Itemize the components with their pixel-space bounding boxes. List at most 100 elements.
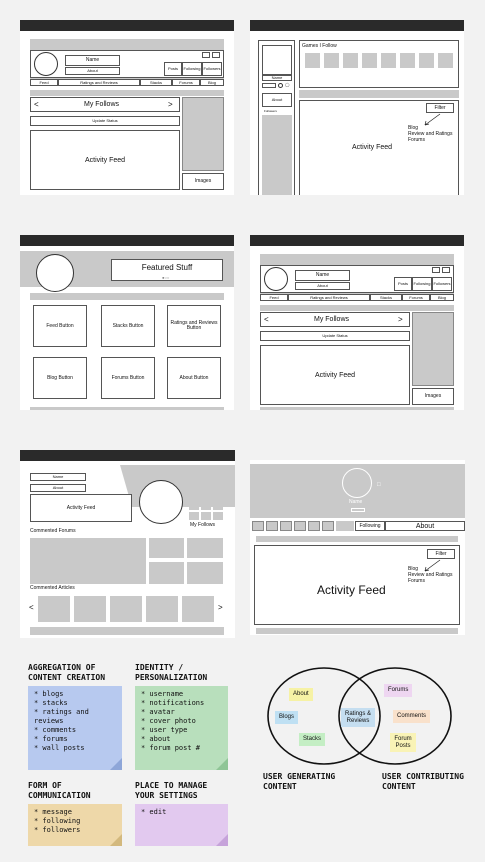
following-tab[interactable]: Following xyxy=(355,521,385,531)
divider-bar xyxy=(260,305,454,311)
forums-button[interactable]: Forums Button xyxy=(101,357,155,399)
game-thumbnail[interactable] xyxy=(419,53,434,68)
game-thumbnail[interactable] xyxy=(343,53,358,68)
follow-thumbnail[interactable] xyxy=(189,512,199,520)
tab-placeholder[interactable] xyxy=(322,521,334,531)
tab-ratings[interactable]: Ratings and Reviews xyxy=(58,79,140,86)
venn-tag-ratings-reviews: Ratings & Reviews xyxy=(341,708,375,728)
tab-stacks[interactable]: Stacks xyxy=(370,294,402,301)
article-thumbnail[interactable] xyxy=(146,596,178,622)
article-thumbnail[interactable] xyxy=(110,596,142,622)
mini-control[interactable] xyxy=(262,83,276,88)
tab-feed[interactable]: Feed xyxy=(30,79,58,86)
tab-stacks[interactable]: Stacks xyxy=(140,79,172,86)
top-bar xyxy=(250,20,464,31)
about-field: About xyxy=(295,282,350,290)
update-status-button[interactable]: Update Status xyxy=(30,116,180,126)
follow-thumbnail[interactable] xyxy=(201,512,211,520)
tab-placeholder[interactable] xyxy=(266,521,278,531)
images-button[interactable]: Images xyxy=(182,173,224,190)
carousel-next-icon[interactable]: > xyxy=(398,316,403,324)
tab-placeholder[interactable] xyxy=(308,521,320,531)
tab-forums[interactable]: Forums xyxy=(172,79,200,86)
footer-bar xyxy=(260,407,454,410)
posts-button[interactable]: Posts xyxy=(394,277,412,291)
window-controls-2[interactable] xyxy=(442,267,450,273)
carousel-prev-icon[interactable]: < xyxy=(264,316,269,324)
mini-dot-icon[interactable] xyxy=(278,83,283,88)
article-thumbnail[interactable] xyxy=(182,596,214,622)
tab-placeholder[interactable] xyxy=(294,521,306,531)
game-thumbnail[interactable] xyxy=(381,53,396,68)
venn-tag-forum-posts: Forum Posts xyxy=(390,733,416,753)
note-item: * followers xyxy=(34,826,81,834)
wireframe-games-follow: Name ◯ About Followers Games I Follow Fi… xyxy=(250,20,464,195)
stacks-button[interactable]: Stacks Button xyxy=(101,305,155,347)
tab-forums[interactable]: Forums xyxy=(402,294,430,301)
venn-tag-blogs: Blogs xyxy=(275,711,299,724)
game-thumbnail[interactable] xyxy=(400,53,415,68)
following-button[interactable]: Following xyxy=(412,277,432,291)
carousel-next-icon[interactable]: > xyxy=(168,101,173,109)
articles-next-icon[interactable]: > xyxy=(218,604,223,612)
about-tab[interactable]: About xyxy=(385,521,465,531)
venn-label-contributing: USER CONTRIBUTING CONTENT xyxy=(382,772,464,791)
follow-thumbnail[interactable] xyxy=(201,502,211,510)
article-thumbnail[interactable] xyxy=(38,596,70,622)
activity-feed: Activity Feed xyxy=(260,345,410,405)
carousel-prev-icon[interactable]: < xyxy=(34,101,39,109)
game-thumbnail[interactable] xyxy=(305,53,320,68)
posts-button[interactable]: Posts xyxy=(164,62,182,76)
chat-icon[interactable]: ◯ xyxy=(285,83,289,87)
update-status-button[interactable]: Update Status xyxy=(260,331,410,341)
tab-ratings[interactable]: Ratings and Reviews xyxy=(288,294,370,301)
chat-icon[interactable]: □ xyxy=(377,482,381,488)
avatar xyxy=(342,468,372,498)
follows-title: My Follows xyxy=(314,316,350,323)
divider-bar xyxy=(30,90,224,96)
feed-button[interactable]: Feed Button xyxy=(33,305,87,347)
game-thumbnail[interactable] xyxy=(362,53,377,68)
game-thumbnail[interactable] xyxy=(324,53,339,68)
followers-button[interactable]: Followers xyxy=(432,277,452,291)
tab-blog[interactable]: Blog xyxy=(200,79,224,86)
tab-placeholder-wide[interactable] xyxy=(336,521,354,531)
ratings-reviews-button[interactable]: Ratings and Reviews Button xyxy=(167,305,221,347)
note-heading-settings: PLACE TO MANAGE YOUR SETTINGS xyxy=(135,781,208,800)
wireframe-profile-feed: Name About Posts Following Followers Fee… xyxy=(20,20,234,195)
edit-button[interactable] xyxy=(351,508,365,512)
wireframe-commented-content: Name About Activity Feed My Follows Comm… xyxy=(20,450,235,638)
filter-button[interactable]: Filter xyxy=(426,103,454,113)
note-item: * wall posts xyxy=(34,744,85,752)
tab-blog[interactable]: Blog xyxy=(430,294,454,301)
following-button[interactable]: Following xyxy=(182,62,202,76)
blog-button[interactable]: Blog Button xyxy=(33,357,87,399)
filter-option-forums[interactable]: Forums xyxy=(408,579,425,584)
carousel-dots[interactable]: ●○○ xyxy=(162,276,169,280)
tab-placeholder[interactable] xyxy=(252,521,264,531)
follow-thumbnail[interactable] xyxy=(213,502,223,510)
note-settings: * edit xyxy=(135,804,228,846)
filter-option-forums[interactable]: Forums xyxy=(408,138,425,143)
follow-thumbnail[interactable] xyxy=(189,502,199,510)
note-heading-communication: FORM OF COMMUNICATION xyxy=(28,781,91,800)
window-controls-2[interactable] xyxy=(212,52,220,58)
followers-button[interactable]: Followers xyxy=(202,62,222,76)
images-button[interactable]: Images xyxy=(412,388,454,405)
top-bar xyxy=(20,235,234,246)
note-aggregation: * blogs * stacks * ratings and reviews * co… xyxy=(28,686,122,770)
filter-button[interactable]: Filter xyxy=(427,549,455,559)
note-item: * stacks xyxy=(34,699,68,707)
window-controls[interactable] xyxy=(202,52,210,58)
tab-placeholder[interactable] xyxy=(280,521,292,531)
articles-prev-icon[interactable]: < xyxy=(29,604,34,612)
avatar xyxy=(36,254,74,292)
article-thumbnail[interactable] xyxy=(74,596,106,622)
tab-feed[interactable]: Feed xyxy=(260,294,288,301)
game-thumbnail[interactable] xyxy=(438,53,453,68)
follow-thumbnail[interactable] xyxy=(213,512,223,520)
window-controls[interactable] xyxy=(432,267,440,273)
about-button[interactable]: About Button xyxy=(167,357,221,399)
note-item: * following xyxy=(34,817,81,825)
venn-tag-about: About xyxy=(289,688,313,701)
